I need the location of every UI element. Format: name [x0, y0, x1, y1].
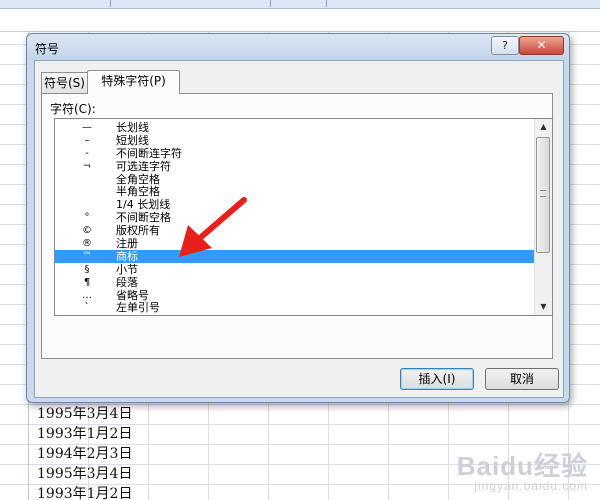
list-item[interactable]: ¬ 可选连字符: [55, 160, 534, 173]
special-characters-list[interactable]: — 长划线 – 短划线 - 不间断连字符 ¬ 可选连字符 全角空格 半角空格 1/4 长划线 ° 不间断…: [54, 118, 553, 316]
list-item[interactable]: — 长划线: [55, 121, 534, 134]
char-symbol: …: [82, 289, 92, 301]
baidu-watermark: Baidu经验 jingyan.baidu.com: [457, 446, 588, 493]
list-item[interactable]: ® 注册: [55, 237, 534, 250]
char-name: 版权所有: [116, 224, 160, 238]
insert-button[interactable]: 插入(I): [400, 368, 474, 390]
characters-label: 字符(C):: [50, 102, 96, 116]
char-symbol: –: [84, 134, 90, 146]
char-name: 短划线: [116, 133, 149, 147]
date-cell[interactable]: 1993年1月2日: [37, 483, 132, 500]
list-item[interactable]: – 短划线: [55, 134, 534, 147]
close-button[interactable]: ✕: [519, 36, 564, 55]
dialog-title: 符号: [35, 42, 60, 56]
vertical-scrollbar[interactable]: ▲ ▼: [534, 119, 552, 315]
char-name: 段落: [116, 275, 138, 289]
date-cell[interactable]: 1994年2月3日: [37, 443, 132, 463]
list-item[interactable]: … 省略号: [55, 289, 534, 302]
tab-panel: 字符(C): — 长划线 – 短划线 - 不间断连字符 ¬ 可选连字符 全角空格 半角空格 1/4 …: [41, 93, 553, 359]
list-item[interactable]: 1/4 长划线: [55, 198, 534, 211]
scroll-down-icon[interactable]: ▼: [535, 299, 552, 315]
date-cell[interactable]: 1993年1月2日: [37, 423, 132, 443]
char-name: 半角空格: [116, 185, 160, 199]
list-item[interactable]: ` 左单引号: [55, 301, 534, 314]
char-name: 不间断连字符: [116, 146, 182, 160]
formula-bar[interactable]: [0, 9, 600, 32]
char-name: 商标: [116, 249, 138, 263]
char-symbol: —: [82, 122, 92, 133]
grip-icon: [540, 190, 546, 197]
char-name: 左单引号: [116, 301, 160, 315]
symbol-dialog: 符号 ? ✕ 符号(S) 特殊字符(P) 字符(C): — 长划线 – 短划线 - 不间断…: [26, 33, 570, 403]
scroll-thumb[interactable]: [536, 137, 550, 253]
char-symbol: ¬: [82, 160, 92, 172]
tab-symbols[interactable]: 符号(S): [41, 72, 88, 93]
list-rows: — 长划线 – 短划线 - 不间断连字符 ¬ 可选连字符 全角空格 半角空格 1/4 长划线 ° 不间断…: [55, 121, 534, 314]
list-item[interactable]: - 不间断连字符: [55, 147, 534, 160]
ribbon-strip: [0, 0, 600, 9]
char-name: 可选连字符: [116, 159, 171, 173]
list-item[interactable]: ¶ 段落: [55, 276, 534, 289]
char-symbol: `: [84, 302, 90, 314]
char-name: 不间断空格: [116, 211, 171, 225]
list-item[interactable]: 半角空格: [55, 185, 534, 198]
char-name: 注册: [116, 237, 138, 251]
char-name: 全角空格: [116, 172, 160, 186]
char-name: 省略号: [116, 288, 149, 302]
char-symbol: §: [84, 263, 90, 275]
char-name: 小节: [116, 262, 138, 276]
watermark-suffix: 经验: [533, 451, 588, 481]
date-cell[interactable]: 1995年3月4日: [37, 403, 132, 423]
dialog-body: 符号(S) 特殊字符(P) 字符(C): — 长划线 – 短划线 - 不间断连字符 ¬ 可选连…: [34, 60, 564, 398]
dialog-titlebar[interactable]: 符号 ? ✕: [27, 34, 569, 60]
help-button[interactable]: ?: [491, 36, 519, 55]
char-name: 1/4 长划线: [116, 198, 171, 212]
list-item[interactable]: 全角空格: [55, 173, 534, 186]
char-symbol: ©: [82, 225, 92, 237]
list-item[interactable]: ° 不间断空格: [55, 211, 534, 224]
list-item[interactable]: § 小节: [55, 263, 534, 276]
tab-special-characters[interactable]: 特殊字符(P): [87, 70, 180, 94]
list-item[interactable]: © 版权所有: [55, 224, 534, 237]
char-symbol: ™: [82, 250, 92, 262]
char-symbol: -: [85, 147, 89, 159]
cancel-button[interactable]: 取消: [485, 368, 559, 390]
char-symbol: °: [84, 212, 90, 224]
char-name: 长划线: [116, 121, 149, 134]
scroll-up-icon[interactable]: ▲: [535, 119, 552, 135]
char-symbol: ®: [82, 238, 92, 250]
list-item[interactable]: ™ 商标: [55, 249, 534, 263]
watermark-url: jingyan.baidu.com: [474, 479, 588, 493]
watermark-brand: Bai: [456, 451, 501, 481]
date-cell[interactable]: 1995年3月4日: [37, 463, 132, 483]
char-symbol: ¶: [83, 276, 91, 288]
paw-icon: du: [500, 451, 534, 481]
